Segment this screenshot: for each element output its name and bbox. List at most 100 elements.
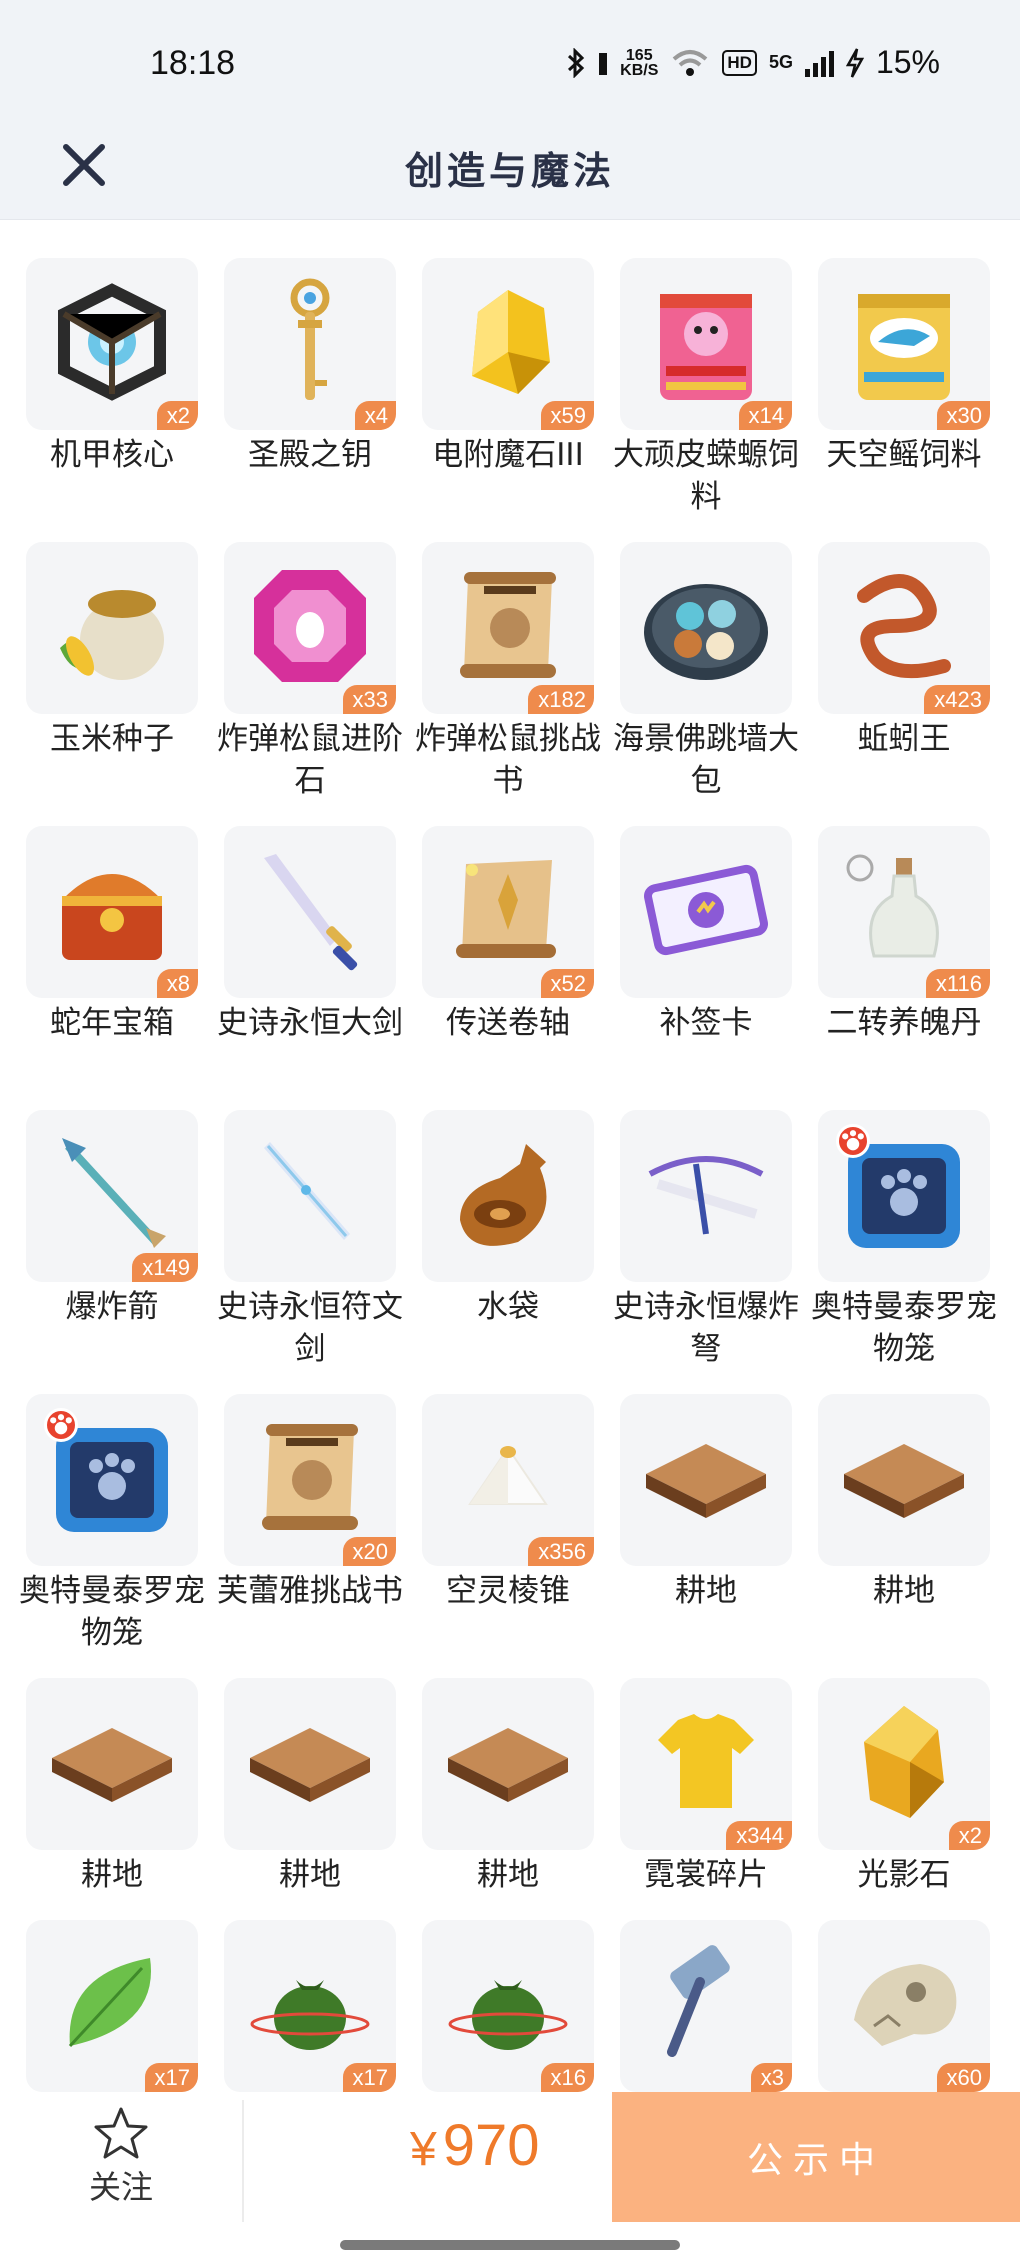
home-indicator[interactable]: [340, 2240, 680, 2250]
item-card[interactable]: x52 传送卷轴: [422, 826, 594, 1044]
farmland-icon: [834, 1408, 974, 1552]
ticket-card-icon: [636, 840, 776, 984]
item-name: 传送卷轴: [446, 1005, 570, 1041]
item-card[interactable]: 耕地: [422, 1678, 594, 1896]
item-name: 史诗永恒大剑: [217, 1005, 403, 1041]
item-thumbnail: x17: [26, 1920, 198, 2092]
item-thumbnail: x2: [818, 1678, 990, 1850]
item-card[interactable]: 海景佛跳墙大包: [613, 542, 799, 802]
item-card[interactable]: x30 天空鳐饲料: [818, 258, 990, 476]
item-card[interactable]: 奥特曼泰罗宠物笼: [811, 1110, 997, 1370]
item-card[interactable]: 水袋: [422, 1110, 594, 1328]
item-count-badge: x17: [144, 2063, 198, 2092]
rune-sword-icon: [240, 1124, 380, 1268]
feed-bag-blue-icon: [834, 272, 974, 416]
shirt-icon: [636, 1692, 776, 1836]
item-thumbnail: [620, 1110, 792, 1282]
item-card[interactable]: 耕地: [818, 1394, 990, 1612]
food-plate-icon: [636, 556, 776, 700]
item-card[interactable]: x33 炸弹松鼠进阶石: [217, 542, 403, 802]
item-thumbnail: [818, 1394, 990, 1566]
item-card[interactable]: x59 电附魔石III: [422, 258, 594, 476]
item-card[interactable]: 史诗永恒大剑: [217, 826, 403, 1044]
item-count-badge: x33: [342, 685, 396, 714]
item-card[interactable]: x182 炸弹松鼠挑战书: [415, 542, 601, 802]
item-count-badge: x60: [936, 2063, 990, 2092]
item-card[interactable]: x17: [224, 1920, 396, 2096]
paw-badge-icon: [44, 1408, 78, 1442]
item-card[interactable]: x8 蛇年宝箱: [26, 826, 198, 1044]
item-thumbnail: x52: [422, 826, 594, 998]
item-card[interactable]: x17: [26, 1920, 198, 2096]
item-name: 水袋: [477, 1289, 539, 1325]
item-count-badge: x59: [540, 401, 594, 430]
item-card[interactable]: 奥特曼泰罗宠物笼: [19, 1394, 205, 1654]
wifi-icon: [673, 49, 708, 76]
enchant-stone-icon: [438, 272, 578, 416]
item-name: 耕地: [81, 1857, 143, 1893]
item-thumbnail: [422, 1678, 594, 1850]
item-thumbnail: x182: [422, 542, 594, 714]
item-card[interactable]: x16: [422, 1920, 594, 2096]
item-thumbnail: [422, 1110, 594, 1282]
nav-bar: 创造与魔法: [0, 110, 1020, 220]
follow-button[interactable]: 关注: [0, 2092, 242, 2222]
follow-label: 关注: [88, 2168, 153, 2206]
item-card[interactable]: x2 光影石: [818, 1678, 990, 1896]
item-card[interactable]: 耕地: [620, 1394, 792, 1612]
item-name: 二转养魄丹: [826, 1005, 982, 1041]
item-count-badge: x52: [540, 969, 594, 998]
star-icon: [94, 2107, 148, 2159]
temple-key-icon: [240, 272, 380, 416]
item-thumbnail: [224, 1110, 396, 1282]
item-card[interactable]: 耕地: [224, 1678, 396, 1896]
status-action-button[interactable]: 公示中: [612, 2092, 1020, 2222]
item-name: 海景佛跳墙大包: [613, 721, 799, 799]
battery-percent: 15%: [875, 44, 940, 80]
item-count-badge: x4: [354, 401, 396, 430]
item-thumbnail: x8: [26, 826, 198, 998]
item-card[interactable]: x2 机甲核心: [26, 258, 198, 476]
item-name: 奥特曼泰罗宠物笼: [19, 1573, 205, 1651]
item-card[interactable]: x116 二转养魄丹: [818, 826, 990, 1044]
item-card[interactable]: 史诗永恒符文剑: [217, 1110, 403, 1370]
item-name: 耕地: [873, 1573, 935, 1609]
item-card[interactable]: x20 芙蕾雅挑战书: [217, 1394, 403, 1612]
item-card[interactable]: 耕地: [26, 1678, 198, 1896]
item-name: 蛇年宝箱: [50, 1005, 174, 1041]
teleport-scroll-icon: [438, 840, 578, 984]
item-card[interactable]: x149 爆炸箭: [26, 1110, 198, 1328]
item-thumbnail: x3: [620, 1920, 792, 2092]
item-card[interactable]: x60: [818, 1920, 990, 2096]
item-thumbnail: x423: [818, 542, 990, 714]
great-sword-icon: [240, 840, 380, 984]
item-count-badge: x17: [342, 2063, 396, 2092]
item-card[interactable]: x3: [620, 1920, 792, 2096]
paw-badge-icon: [836, 1124, 870, 1158]
bluetooth-icon: [568, 47, 585, 78]
item-card[interactable]: x4 圣殿之钥: [224, 258, 396, 476]
item-name: 爆炸箭: [65, 1289, 159, 1325]
green-pouch-icon: [240, 1934, 380, 2078]
network-type: 5G: [768, 52, 793, 72]
item-count-badge: x116: [925, 969, 990, 998]
item-name: 耕地: [279, 1857, 341, 1893]
item-card[interactable]: x356 空灵棱锥: [422, 1394, 594, 1612]
purple-gem-icon: [240, 556, 380, 700]
item-name: 大顽皮蝾螈饲料: [613, 437, 799, 515]
amber-stone-icon: [834, 1692, 974, 1836]
item-name: 霓裳碎片: [644, 1857, 768, 1893]
item-card[interactable]: x14 大顽皮蝾螈饲料: [613, 258, 799, 518]
charging-icon: [845, 47, 864, 78]
item-card[interactable]: 史诗永恒爆炸弩: [613, 1110, 799, 1370]
item-thumbnail: x20: [224, 1394, 396, 1566]
item-thumbnail: [620, 826, 792, 998]
item-card[interactable]: x423 蚯蚓王: [818, 542, 990, 760]
item-thumbnail: [26, 1394, 198, 1566]
item-count-badge: x344: [726, 1821, 792, 1850]
divider: [242, 2100, 244, 2222]
item-name: 耕地: [477, 1857, 539, 1893]
item-card[interactable]: x344 霓裳碎片: [620, 1678, 792, 1896]
item-card[interactable]: 玉米种子: [26, 542, 198, 760]
item-card[interactable]: 补签卡: [620, 826, 792, 1044]
